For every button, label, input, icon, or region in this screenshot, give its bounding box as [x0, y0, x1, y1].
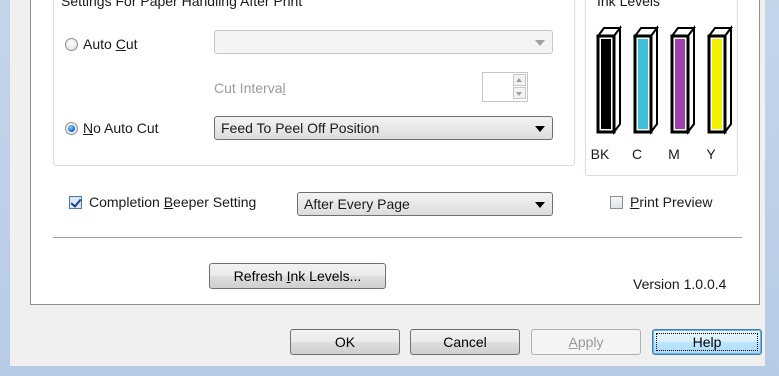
ink-level-bk: [601, 39, 611, 129]
chevron-down-icon: [535, 126, 545, 132]
chevron-down-icon: [535, 40, 545, 46]
ok-button[interactable]: OK: [290, 329, 400, 355]
no-auto-cut-label[interactable]: No Auto Cut: [83, 119, 159, 137]
apply-button[interactable]: Apply: [531, 329, 641, 355]
ink-label-y: Y: [706, 146, 716, 162]
ink-label-m: M: [668, 146, 680, 162]
spin-up-button[interactable]: [513, 74, 526, 86]
print-preview-label[interactable]: Print Preview: [630, 193, 712, 211]
version-text: Version 1.0.0.4: [633, 276, 727, 292]
ink-cartridge-m: [670, 25, 696, 135]
ink-levels-group-title: Ink Levels: [594, 0, 664, 9]
print-preview-checkbox[interactable]: [610, 196, 623, 209]
arrow-up-icon: [516, 78, 522, 82]
ink-level-gauges: [596, 25, 733, 135]
tab-page: Settings For Paper Handling After Print …: [30, 0, 760, 305]
beeper-select-value: After Every Page: [304, 196, 410, 212]
cancel-button[interactable]: Cancel: [410, 329, 520, 355]
ink-cartridge-c: [633, 25, 659, 135]
no-auto-cut-radio[interactable]: [65, 122, 78, 135]
spin-down-button[interactable]: [513, 87, 526, 99]
ink-cartridge-y: [707, 25, 733, 135]
cut-interval-label: Cut Interval: [214, 80, 286, 96]
help-focus-ring: [656, 333, 758, 351]
beeper-checkbox[interactable]: [69, 196, 82, 209]
separator: [53, 237, 742, 238]
ink-level-m: [675, 39, 685, 129]
ink-label-bk: BK: [590, 146, 610, 162]
auto-cut-label[interactable]: Auto Cut: [83, 35, 138, 53]
beeper-label[interactable]: Completion Beeper Setting: [89, 193, 256, 211]
ink-cartridge-bk: [596, 25, 622, 135]
chevron-down-icon: [535, 202, 545, 208]
auto-cut-select[interactable]: [214, 30, 553, 54]
paper-handling-select[interactable]: Feed To Peel Off Position: [214, 116, 553, 140]
paper-handling-select-value: Feed To Peel Off Position: [221, 120, 380, 136]
refresh-ink-levels-button[interactable]: Refresh Ink Levels...: [209, 263, 386, 289]
arrow-down-icon: [516, 92, 522, 96]
ink-level-c: [638, 39, 648, 129]
ink-level-y: [712, 39, 722, 129]
cut-interval-spinner[interactable]: [482, 72, 528, 102]
paper-handling-group-title: Settings For Paper Handling After Print: [58, 0, 306, 9]
auto-cut-radio[interactable]: [65, 38, 78, 51]
ink-label-c: C: [631, 146, 643, 162]
beeper-select[interactable]: After Every Page: [297, 192, 553, 216]
